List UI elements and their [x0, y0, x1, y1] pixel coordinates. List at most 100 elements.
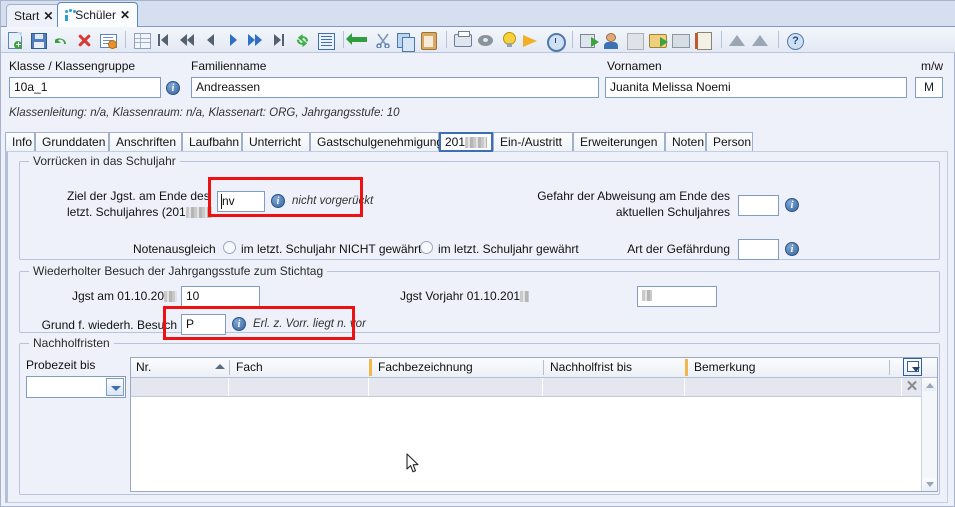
klasse-input[interactable]: 10a_1 [9, 77, 161, 98]
jgst-vorjahr-label: Jgst Vorjahr 01.10.201 [400, 289, 530, 303]
table-options-button[interactable] [903, 358, 922, 376]
toolbar-separator-2 [343, 31, 344, 48]
probezeit-dropdown-button[interactable] [106, 378, 124, 396]
tab-grunddaten[interactable]: Grunddaten [35, 132, 109, 152]
clear-filter-button[interactable]: ✕ [903, 378, 921, 396]
klasse-info-icon[interactable]: i [166, 81, 180, 95]
radio-gewaehrt[interactable] [420, 241, 433, 254]
delete-button[interactable] [74, 30, 95, 50]
ziel-info-icon[interactable]: i [271, 194, 285, 208]
paste-button[interactable] [418, 30, 439, 50]
tab-laufbahn[interactable]: Laufbahn [182, 132, 242, 152]
window-tab-start-close-icon[interactable]: ✕ [43, 10, 53, 22]
column-header-nachholfrist-bis[interactable]: Nachholfrist bis [545, 358, 685, 377]
import-tb-button[interactable] [624, 30, 645, 50]
tab-ein-austritt[interactable]: Ein-/Austritt [493, 132, 573, 152]
copy-button[interactable] [395, 30, 416, 52]
tab-schuljahr-201[interactable]: 201 [439, 132, 493, 152]
refresh-button[interactable] [292, 30, 313, 50]
column-divider-1[interactable] [229, 360, 230, 375]
print-button[interactable] [452, 30, 473, 50]
address-book-button[interactable] [693, 30, 714, 50]
table-vertical-scrollbar[interactable] [921, 378, 937, 491]
column-divider-4-orange[interactable] [685, 359, 688, 376]
gefahr-input[interactable] [738, 195, 779, 216]
list-view-button[interactable] [315, 30, 336, 50]
last-record-button[interactable] [269, 30, 290, 50]
tab-person[interactable]: Person [706, 132, 753, 152]
previous-record-button[interactable] [200, 30, 221, 50]
radio-nicht-gewaehrt-label: im letzt. Schuljahr NICHT gewährt [241, 242, 422, 256]
tab-erweiterungen[interactable]: Erweiterungen [573, 132, 665, 152]
mw-button[interactable]: M [915, 77, 943, 98]
toolbar-separator-5 [721, 31, 722, 48]
scroll-up-button[interactable] [923, 378, 936, 391]
clock-button[interactable] [544, 30, 566, 52]
tab-unterricht[interactable]: Unterricht [242, 132, 310, 152]
ziel-jgst-input[interactable]: nv [217, 191, 265, 212]
tab-schuljahr-redacted-value [465, 137, 488, 149]
mountain-button[interactable] [727, 30, 748, 50]
tab-schuljahr-201-label: 201 [445, 135, 466, 149]
package-export-button[interactable] [578, 30, 599, 50]
jgst-stichtag-input[interactable]: 10 [181, 286, 260, 307]
scroll-down-button[interactable] [923, 478, 936, 491]
radio-nicht-gewaehrt[interactable] [223, 241, 236, 254]
grund-wiederh-info-icon[interactable]: i [232, 317, 246, 331]
cut-button[interactable] [372, 30, 393, 50]
filter-cell-fachbezeichnung[interactable] [370, 378, 543, 396]
edit-record-button[interactable] [97, 30, 118, 50]
column-header-fachbezeichnung[interactable]: Fachbezeichnung [373, 358, 543, 377]
table-header-row: Nr. Fach Fachbezeichnung Nachholfrist bi… [131, 358, 937, 378]
mountain2-button[interactable] [750, 30, 771, 50]
grund-wiederh-label: Grund f. wiederh. Besuch [41, 318, 177, 332]
vornamen-input[interactable]: Juanita Melissa Noemi [605, 77, 907, 98]
folder-export-button[interactable] [647, 30, 668, 50]
back-button[interactable] [346, 30, 370, 50]
envelope-button[interactable] [670, 30, 691, 50]
toolbar-separator-6 [778, 31, 779, 48]
grund-wiederh-input[interactable]: P [181, 314, 226, 335]
column-divider-3[interactable] [543, 360, 544, 375]
window-tab-schueler[interactable]: Schüler ✕ [57, 2, 138, 27]
filter-cell-bemerkung[interactable] [686, 378, 902, 396]
window-tab-schueler-close-icon[interactable]: ✕ [120, 9, 130, 21]
art-gefaehrdung-input[interactable] [738, 239, 779, 260]
column-divider-2-orange[interactable] [369, 359, 372, 376]
table-body[interactable] [131, 397, 921, 491]
tab-gastschulgenehmigung[interactable]: Gastschulgenehmigung [310, 132, 443, 152]
megaphone-button[interactable] [521, 30, 542, 50]
fast-forward-button[interactable] [246, 30, 267, 50]
familienname-input[interactable]: Andreassen [191, 77, 599, 98]
undo-button[interactable] [51, 30, 72, 50]
schuljahr-panel: Vorrücken in das Schuljahr Ziel der Jgst… [5, 151, 948, 503]
probezeit-combo[interactable] [26, 376, 126, 398]
tab-noten[interactable]: Noten [665, 132, 706, 152]
vornamen-label: Vornamen [607, 59, 662, 73]
main-toolbar: ? [1, 27, 955, 53]
window-tab-start[interactable]: Start ✕ [6, 4, 62, 27]
column-divider-5[interactable] [889, 360, 890, 375]
column-header-fach[interactable]: Fach [231, 358, 369, 377]
filter-cell-fach[interactable] [230, 378, 369, 396]
person-button[interactable] [601, 30, 622, 50]
first-record-button[interactable] [154, 30, 175, 50]
tab-info[interactable]: Info [5, 132, 35, 152]
ziel-hint-text: nicht vorgerückt [292, 195, 374, 207]
fast-rewind-button[interactable] [177, 30, 198, 50]
tab-anschriften[interactable]: Anschriften [109, 132, 182, 152]
cd-button[interactable] [475, 30, 496, 50]
help-button[interactable]: ? [784, 30, 805, 50]
column-header-bemerkung[interactable]: Bemerkung [689, 358, 889, 377]
filter-cell-nr[interactable] [131, 378, 229, 396]
art-gefaehrdung-info-icon[interactable]: i [785, 242, 799, 256]
filter-cell-nachholfrist[interactable] [544, 378, 685, 396]
gefahr-info-icon[interactable]: i [785, 198, 799, 212]
jgst-vorjahr-input[interactable] [637, 286, 717, 307]
new-document-button[interactable] [5, 30, 26, 50]
table-view-button[interactable] [131, 30, 152, 50]
lightbulb-button[interactable] [498, 30, 519, 50]
next-record-button[interactable] [223, 30, 244, 50]
save-button[interactable] [28, 30, 49, 50]
grund-wiederh-hint-text: Erl. z. Vorr. liegt n. vor [253, 318, 366, 330]
